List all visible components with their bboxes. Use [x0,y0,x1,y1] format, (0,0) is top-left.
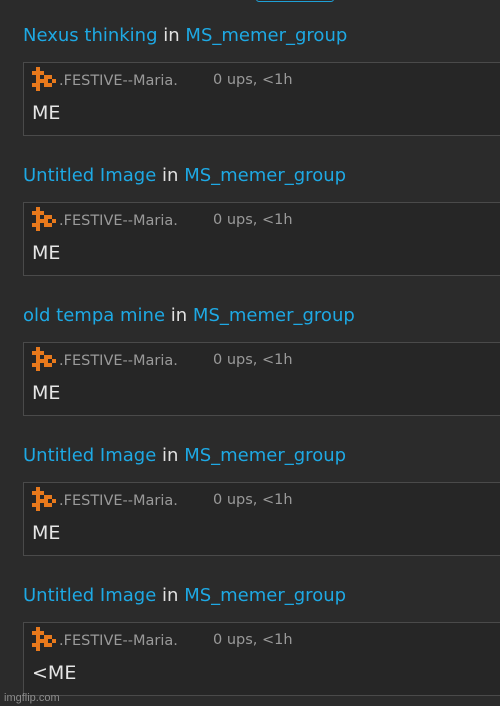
comment-entry: Untitled Image in MS_memer_group .FESTIV… [0,560,500,700]
group-link[interactable]: MS_memer_group [185,25,347,46]
image-title-link[interactable]: Untitled Image [23,445,156,466]
comment-box: .FESTIVE--Maria. 0 ups, <1h ME [23,202,500,276]
username-link[interactable]: .FESTIVE--Maria. [59,212,178,230]
comment-text: ME [32,522,61,544]
group-link[interactable]: MS_memer_group [193,305,355,326]
comment-entry: old tempa mine in MS_memer_group .FESTIV… [0,280,500,420]
comment-text: <ME [32,662,77,684]
comment-box: .FESTIVE--Maria. 0 ups, <1h ME [23,62,500,136]
comment-box: .FESTIVE--Maria. 0 ups, <1h ME [23,482,500,556]
comment-box: .FESTIVE--Maria. 0 ups, <1h <ME [23,622,500,696]
entry-title-line: Untitled Image in MS_memer_group [23,164,346,188]
in-label: in [162,585,179,606]
image-title-link[interactable]: Untitled Image [23,585,156,606]
comment-text: ME [32,102,61,124]
comment-meta: 0 ups, <1h [213,72,293,88]
festive-avatar-icon[interactable] [32,207,56,231]
group-link[interactable]: MS_memer_group [184,585,346,606]
entry-title-line: Untitled Image in MS_memer_group [23,444,346,468]
comment-meta: 0 ups, <1h [213,632,293,648]
image-title-link[interactable]: old tempa mine [23,305,165,326]
image-title-link[interactable]: Untitled Image [23,165,156,186]
entry-title-line: Nexus thinking in MS_memer_group [23,24,347,48]
in-label: in [162,165,179,186]
comment-entry: Nexus thinking in MS_memer_group .FESTIV… [0,0,500,140]
comment-meta: 0 ups, <1h [213,492,293,508]
comment-meta: 0 ups, <1h [213,352,293,368]
group-link[interactable]: MS_memer_group [184,165,346,186]
in-label: in [162,445,179,466]
username-link[interactable]: .FESTIVE--Maria. [59,492,178,510]
festive-avatar-icon[interactable] [32,627,56,651]
imgflip-watermark: imgflip.com [4,692,60,704]
in-label: in [170,305,188,326]
comment-entry: Untitled Image in MS_memer_group .FESTIV… [0,420,500,560]
festive-avatar-icon[interactable] [32,67,56,91]
username-link[interactable]: .FESTIVE--Maria. [59,632,178,650]
comment-text: ME [32,242,61,264]
entry-title-line: Untitled Image in MS_memer_group [23,584,346,608]
comment-meta: 0 ups, <1h [213,212,293,228]
username-link[interactable]: .FESTIVE--Maria. [59,72,178,90]
username-link[interactable]: .FESTIVE--Maria. [59,352,178,370]
festive-avatar-icon[interactable] [32,487,56,511]
comment-entry: Untitled Image in MS_memer_group .FESTIV… [0,140,500,280]
entry-title-line: old tempa mine in MS_memer_group [23,304,355,328]
image-title-link[interactable]: Nexus thinking [23,25,158,46]
comment-text: ME [32,382,61,404]
group-link[interactable]: MS_memer_group [184,445,346,466]
festive-avatar-icon[interactable] [32,347,56,371]
comment-box: .FESTIVE--Maria. 0 ups, <1h ME [23,342,500,416]
in-label: in [163,25,180,46]
